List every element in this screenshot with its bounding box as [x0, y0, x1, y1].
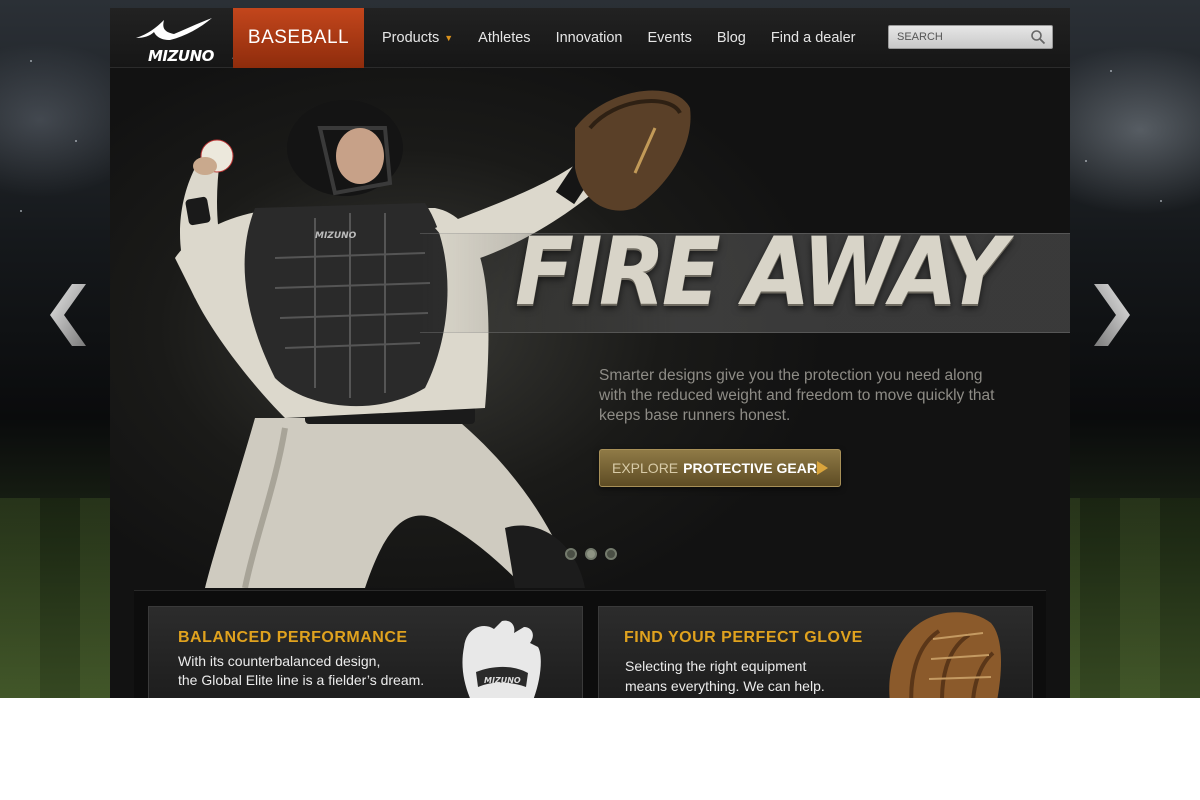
- star: [20, 210, 22, 212]
- batting-glove-image: MIZUNO: [462, 620, 541, 698]
- promo-text-line: Selecting the right equipment: [625, 658, 807, 674]
- play-arrow-icon: [817, 461, 828, 475]
- carousel-dot-1[interactable]: [565, 548, 577, 560]
- svg-text:MIZUNO: MIZUNO: [315, 231, 357, 241]
- runbird-logo-icon: [136, 18, 212, 40]
- page-container: MIZUNO ⌄ BASEBALL Products ▼ Athletes In…: [110, 8, 1070, 698]
- chevron-down-icon: ▼: [444, 33, 454, 43]
- nav-products[interactable]: Products ▼: [382, 30, 453, 46]
- hero-description: Smarter designs give you the protection …: [599, 367, 995, 424]
- carousel-next-button[interactable]: [1092, 282, 1132, 348]
- chevron-right-icon: [1094, 284, 1130, 346]
- star: [1110, 70, 1112, 72]
- logo-wordmark: MIZUNO: [148, 47, 214, 65]
- main-nav: Products ▼ Athletes Innovation Events Bl…: [382, 8, 881, 68]
- promo-find-your-perfect-glove[interactable]: FIND YOUR PERFECT GLOVE Selecting the ri…: [598, 606, 1033, 698]
- promo-text-line: With its counterbalanced design,: [178, 653, 381, 669]
- carousel-dots: [565, 548, 625, 560]
- star: [1085, 160, 1087, 162]
- site-header: MIZUNO ⌄ BASEBALL Products ▼ Athletes In…: [110, 8, 1070, 68]
- cta-label: PROTECTIVE GEAR: [683, 460, 817, 476]
- promo-title: BALANCED PERFORMANCE: [178, 629, 408, 646]
- carousel-prev-button[interactable]: [48, 282, 88, 348]
- sport-tab-baseball[interactable]: BASEBALL: [233, 8, 364, 68]
- mizuno-logo[interactable]: MIZUNO ⌄: [128, 16, 238, 65]
- promo-row: BALANCED PERFORMANCE With its counterbal…: [134, 590, 1046, 698]
- promo-text-line: the Global Elite line is a fielder’s dre…: [178, 672, 425, 688]
- nav-events[interactable]: Events: [647, 30, 691, 46]
- promo-title: FIND YOUR PERFECT GLOVE: [624, 629, 863, 646]
- search-icon[interactable]: [1030, 29, 1046, 45]
- nav-blog[interactable]: Blog: [717, 30, 746, 46]
- search-box: [888, 25, 1053, 49]
- star: [1160, 200, 1162, 202]
- chevron-left-icon: [50, 284, 86, 346]
- star: [30, 60, 32, 62]
- hero-banner: MIZUNO FIRE AWAY Smarter designs give yo…: [110, 68, 1070, 588]
- nav-innovation[interactable]: Innovation: [556, 30, 623, 46]
- nav-find-a-dealer[interactable]: Find a dealer: [771, 30, 856, 46]
- nav-label: Products: [382, 30, 440, 46]
- nav-athletes[interactable]: Athletes: [478, 30, 530, 46]
- explore-protective-gear-button[interactable]: EXPLORE PROTECTIVE GEAR: [599, 449, 841, 487]
- star: [75, 140, 77, 142]
- promo-balanced-performance[interactable]: BALANCED PERFORMANCE With its counterbal…: [148, 606, 583, 698]
- cta-prefix: EXPLORE: [612, 460, 679, 476]
- promo-text-line: means everything. We can help.: [625, 678, 825, 694]
- baseball-glove-image: [889, 612, 1001, 698]
- svg-text:MIZUNO: MIZUNO: [484, 676, 521, 685]
- carousel-dot-3[interactable]: [605, 548, 617, 560]
- hero-headline: FIRE AWAY: [515, 218, 1007, 327]
- search-input[interactable]: [889, 26, 1024, 48]
- carousel-dot-2[interactable]: [585, 548, 597, 560]
- catcher-player-image: MIZUNO: [175, 90, 691, 588]
